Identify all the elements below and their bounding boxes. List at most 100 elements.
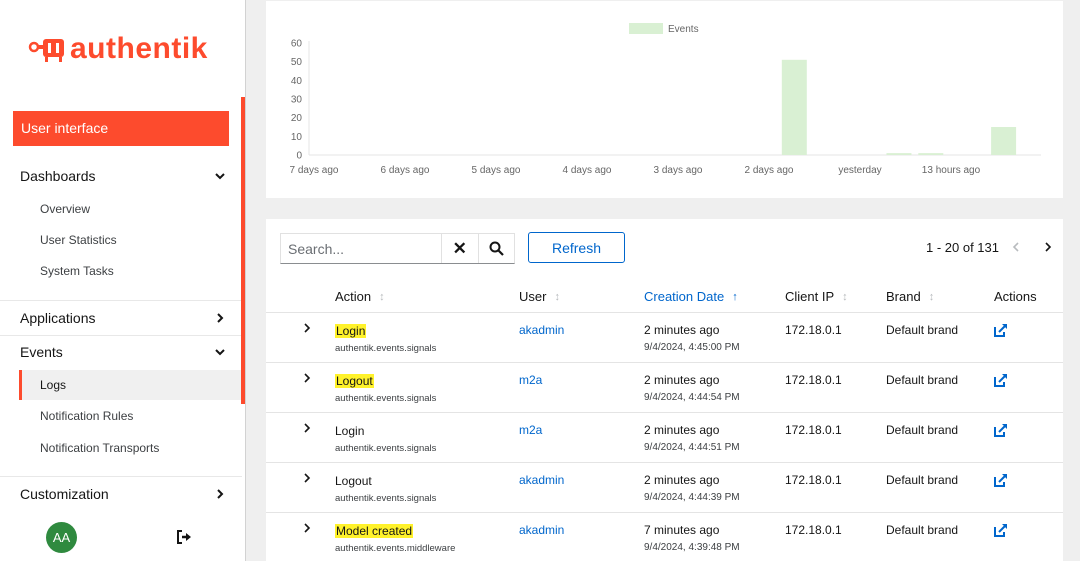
clear-search-button[interactable]: ✕ xyxy=(441,234,478,263)
search-box: ✕ xyxy=(280,233,515,264)
table-row: Login authentik.events.signals m2a 2 minute… xyxy=(266,412,1063,462)
column-header-user[interactable]: User ↕ xyxy=(519,289,560,304)
events-chart-card: Events 0 10 20 30 40 50 60 7 days ago 6 days ago 5… xyxy=(266,1,1063,198)
event-action: Login xyxy=(335,424,365,438)
event-user-link[interactable]: m2a xyxy=(519,373,542,387)
event-created-relative: 7 minutes ago xyxy=(644,523,720,537)
column-header-label: Brand xyxy=(886,289,921,304)
open-external-icon[interactable] xyxy=(994,423,1008,437)
y-tick-label: 50 xyxy=(291,57,303,68)
sidebar-item-customization[interactable]: Customization xyxy=(0,484,242,504)
sidebar-item-logs[interactable]: Logs xyxy=(40,378,66,392)
sidebar: authentik User interface Dashboards Over… xyxy=(0,0,246,561)
event-client-ip: 172.18.0.1 xyxy=(785,373,842,387)
table-row: Model created authentik.events.middleware… xyxy=(266,512,1063,561)
event-user-link[interactable]: akadmin xyxy=(519,323,564,337)
sort-icon: ↕ xyxy=(379,290,385,303)
avatar[interactable]: AA xyxy=(46,522,77,553)
column-header-client-ip[interactable]: Client IP ↕ xyxy=(785,289,848,304)
event-brand: Default brand xyxy=(886,473,959,487)
y-tick-label: 0 xyxy=(296,151,302,162)
event-action: Logout xyxy=(335,474,372,488)
next-page-button[interactable] xyxy=(1043,240,1053,255)
event-brand: Default brand xyxy=(886,373,959,387)
expand-row-button[interactable] xyxy=(302,422,312,437)
y-tick-label: 60 xyxy=(291,39,303,50)
x-tick-label: 5 days ago xyxy=(472,165,521,176)
table-row: Logout authentik.events.signals m2a 2 minut… xyxy=(266,362,1063,412)
y-tick-label: 30 xyxy=(291,95,303,106)
sidebar-item-events[interactable]: Events xyxy=(0,342,242,362)
previous-page-button[interactable] xyxy=(1011,240,1021,255)
chevron-right-icon xyxy=(304,523,311,533)
sidebar-item-notification-transports[interactable]: Notification Transports xyxy=(40,441,159,455)
sort-icon: ↕ xyxy=(554,290,560,303)
column-header-label: Actions xyxy=(994,289,1037,304)
expand-row-button[interactable] xyxy=(302,322,312,337)
close-icon: ✕ xyxy=(452,238,467,258)
event-created-relative: 2 minutes ago xyxy=(644,423,720,437)
x-tick-label: yesterday xyxy=(838,165,881,176)
table-row: Login authentik.events.signals akadmin 2 mi… xyxy=(266,312,1063,362)
chevron-down-icon xyxy=(215,349,225,356)
bar xyxy=(991,127,1017,155)
event-action: Logout xyxy=(335,374,374,388)
expand-row-button[interactable] xyxy=(302,372,312,387)
events-table-card: ✕ Refresh 1 - 20 of 131 Action ↕ User ↕ Cr… xyxy=(266,219,1063,561)
open-external-icon[interactable] xyxy=(994,523,1008,537)
column-header-label: Action xyxy=(335,289,372,304)
event-app: authentik.events.signals xyxy=(335,443,437,454)
event-brand: Default brand xyxy=(886,523,959,537)
refresh-button[interactable]: Refresh xyxy=(528,232,625,263)
column-header-action[interactable]: Action ↕ xyxy=(335,289,385,304)
event-user-link[interactable]: akadmin xyxy=(519,523,564,537)
sidebar-item-system-tasks[interactable]: System Tasks xyxy=(40,264,114,278)
user-interface-button[interactable]: User interface xyxy=(13,111,229,146)
chevron-left-icon xyxy=(1012,242,1019,252)
chevron-right-icon xyxy=(217,489,224,499)
x-tick-label: 13 hours ago xyxy=(922,165,981,176)
y-tick-label: 10 xyxy=(291,132,303,143)
sidebar-item-label: Dashboards xyxy=(20,168,96,184)
column-header-label: Creation Date xyxy=(644,289,725,304)
chevron-right-icon xyxy=(304,473,311,483)
event-created-absolute: 9/4/2024, 4:44:54 PM xyxy=(644,392,740,403)
event-app: authentik.events.signals xyxy=(335,493,437,504)
sidebar-item-applications[interactable]: Applications xyxy=(0,308,242,328)
chevron-right-icon xyxy=(217,313,224,323)
legend-label: Events xyxy=(668,24,699,35)
event-app: authentik.events.middleware xyxy=(335,543,456,554)
open-external-icon[interactable] xyxy=(994,473,1008,487)
y-tick-label: 40 xyxy=(291,76,303,87)
sidebar-item-notification-rules[interactable]: Notification Rules xyxy=(40,409,133,423)
chevron-right-icon xyxy=(304,373,311,383)
chevron-right-icon xyxy=(1045,242,1052,252)
logout-icon[interactable] xyxy=(176,530,192,544)
event-created-absolute: 9/4/2024, 4:44:39 PM xyxy=(644,492,740,503)
event-user-link[interactable]: m2a xyxy=(519,423,542,437)
event-user-link[interactable]: akadmin xyxy=(519,473,564,487)
column-header-actions: Actions xyxy=(994,289,1037,304)
event-client-ip: 172.18.0.1 xyxy=(785,323,842,337)
open-external-icon[interactable] xyxy=(994,323,1008,337)
chevron-right-icon xyxy=(304,323,311,333)
authentik-logo[interactable]: authentik xyxy=(28,34,208,64)
event-brand: Default brand xyxy=(886,423,959,437)
sidebar-scroll-accent xyxy=(241,97,245,404)
search-input[interactable] xyxy=(281,234,441,263)
event-brand: Default brand xyxy=(886,323,959,337)
bar xyxy=(918,153,944,155)
column-header-creation-date[interactable]: Creation Date ↑ xyxy=(644,289,738,304)
legend-swatch xyxy=(629,23,663,34)
column-header-brand[interactable]: Brand ↕ xyxy=(886,289,934,304)
sidebar-item-dashboards[interactable]: Dashboards xyxy=(0,166,242,186)
open-external-icon[interactable] xyxy=(994,373,1008,387)
search-button[interactable] xyxy=(477,234,515,263)
sidebar-divider xyxy=(0,335,242,336)
sidebar-item-user-statistics[interactable]: User Statistics xyxy=(40,233,117,247)
expand-row-button[interactable] xyxy=(302,472,312,487)
sort-icon: ↕ xyxy=(928,290,935,303)
sidebar-item-overview[interactable]: Overview xyxy=(40,202,90,216)
chevron-right-icon xyxy=(304,423,311,433)
expand-row-button[interactable] xyxy=(302,522,312,537)
